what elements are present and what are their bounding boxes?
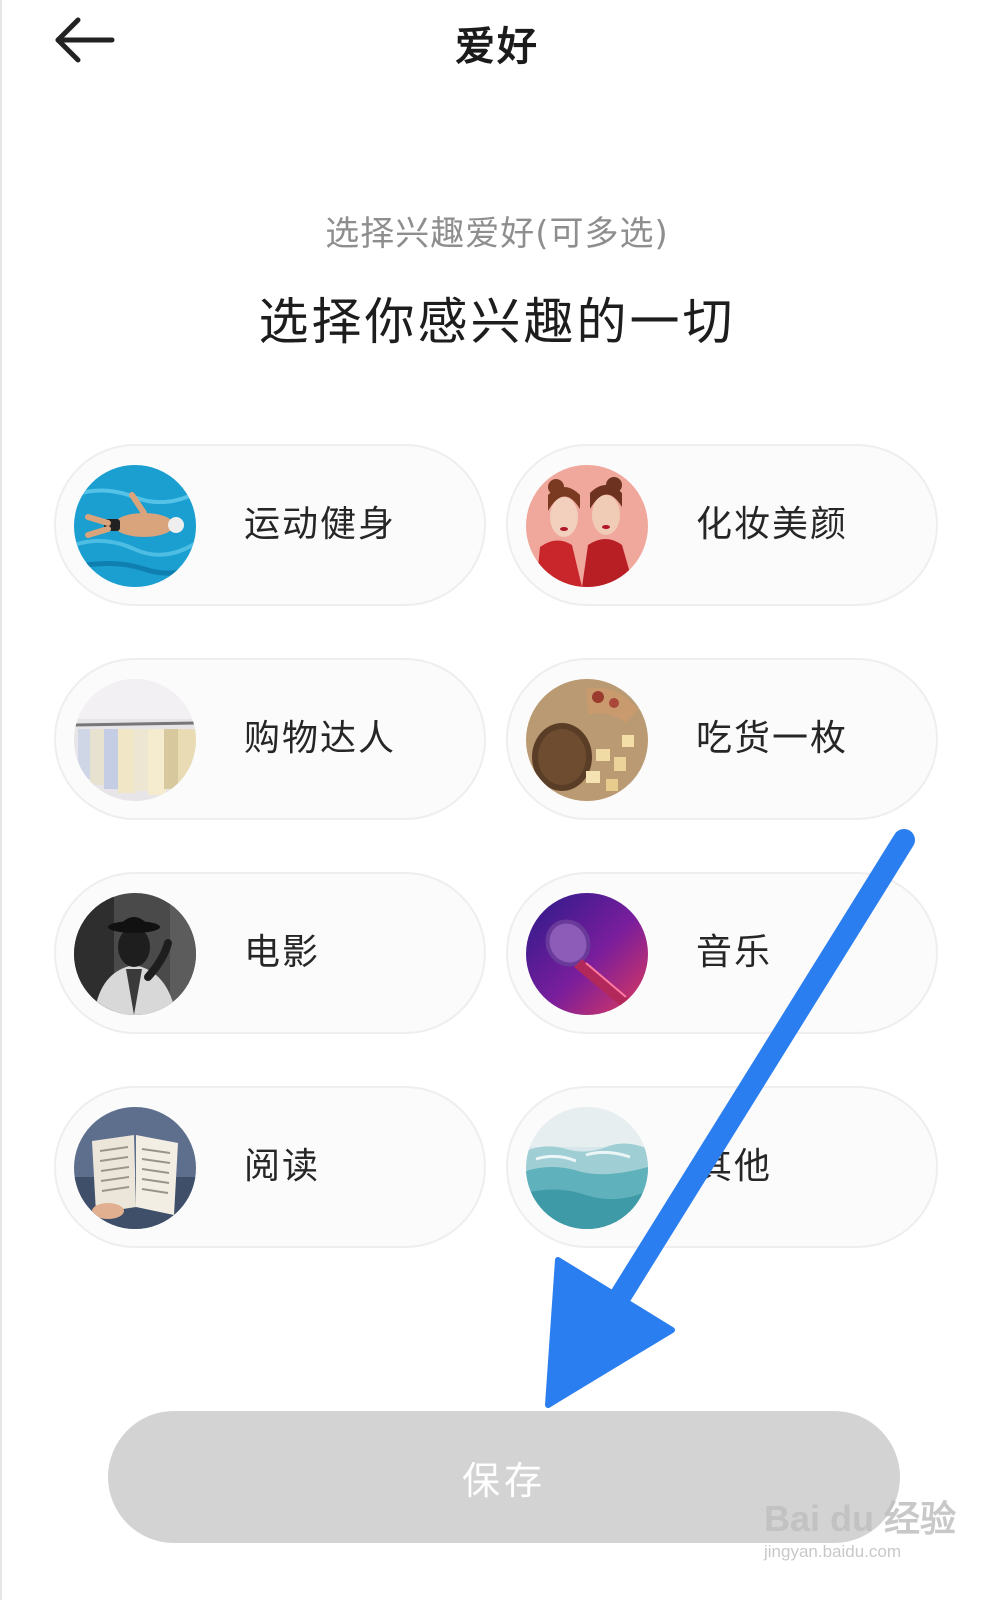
microphone-photo <box>526 893 648 1015</box>
headline: 选择你感兴趣的一切 <box>258 293 736 351</box>
interest-option-music[interactable]: 音乐 <box>506 872 938 1034</box>
makeup-models-photo <box>526 465 648 587</box>
selection-hint: 选择兴趣爱好(可多选) <box>325 214 669 254</box>
interest-option-other[interactable]: 其他 <box>506 1086 938 1248</box>
interest-label: 吃货一枚 <box>696 718 849 759</box>
interest-option-shopping[interactable]: 购物达人 <box>54 658 486 820</box>
interest-option-reading[interactable]: 阅读 <box>54 1086 486 1248</box>
swimmer-photo <box>74 465 196 587</box>
interest-label: 其他 <box>696 1146 773 1187</box>
food-platter-photo <box>526 679 648 801</box>
hobby-selection-screen: 爱好 选择兴趣爱好(可多选) 选择你感兴趣的一切 运动健身 化妆美颜 购物达人 … <box>0 0 994 1600</box>
interest-option-fitness[interactable]: 运动健身 <box>54 444 486 606</box>
save-button[interactable]: 保存 <box>108 1411 900 1543</box>
interest-grid: 运动健身 化妆美颜 购物达人 吃货一枚 电影 音乐 阅读 其他 <box>54 444 940 1254</box>
watermark-sub: jingyan.baidu.com <box>764 1542 902 1561</box>
interest-label: 化妆美颜 <box>696 504 849 545</box>
interest-option-movies[interactable]: 电影 <box>54 872 486 1034</box>
page-title: 爱好 <box>455 24 539 70</box>
interest-option-makeup[interactable]: 化妆美颜 <box>506 444 938 606</box>
interest-label: 购物达人 <box>244 718 397 759</box>
clothing-rack-photo <box>74 679 196 801</box>
vintage-movie-man-photo <box>74 893 196 1015</box>
interest-label: 阅读 <box>244 1146 321 1187</box>
open-book-photo <box>74 1107 196 1229</box>
interest-option-foodie[interactable]: 吃货一枚 <box>506 658 938 820</box>
ocean-waves-photo <box>526 1107 648 1229</box>
top-bar: 爱好 <box>0 0 994 84</box>
interest-label: 电影 <box>244 932 321 973</box>
interest-label: 运动健身 <box>244 504 397 545</box>
interest-label: 音乐 <box>696 932 773 973</box>
